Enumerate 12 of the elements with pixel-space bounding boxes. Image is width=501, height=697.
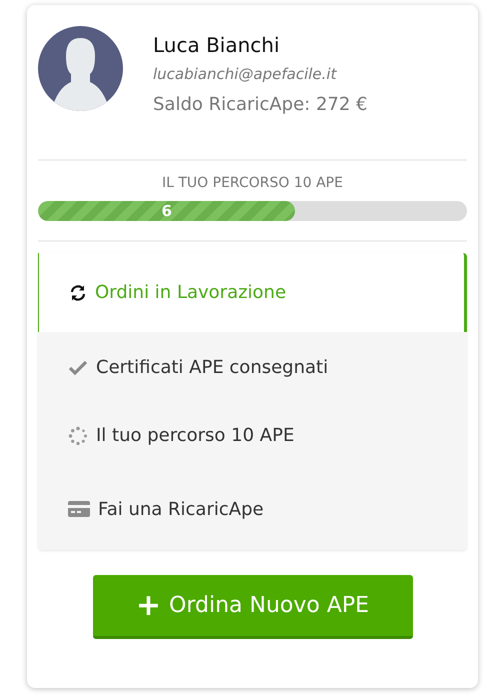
progress-title: IL TUO PERCORSO 10 APE [161,175,344,191]
refresh-icon [69,284,87,302]
credit-card-icon [68,501,90,517]
user-name: Luca Bianchi [153,33,281,57]
menu-item[interactable]: Certificati APE consegnati [38,332,467,403]
check-icon [68,360,88,376]
balance-text: Saldo RicaricApe: 272 € [153,94,368,115]
menu-item[interactable]: Fai una RicaricApe [38,468,467,550]
menu-item[interactable]: Il tuo percorso 10 APE [38,403,467,468]
user-email: lucabianchi@apefacile.it [153,65,338,83]
progress-fill: 6 [38,201,296,221]
spinner-icon [68,426,88,446]
